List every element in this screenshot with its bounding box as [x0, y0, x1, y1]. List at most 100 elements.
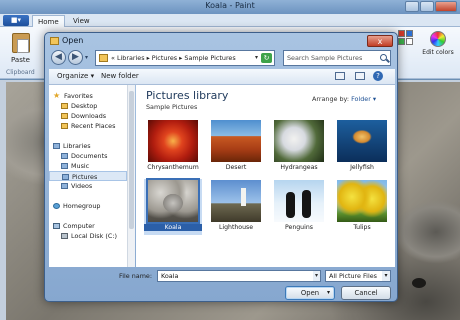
nav-item-local-disk-c[interactable]: Local Disk (C:)	[49, 231, 127, 241]
nav-item-libraries[interactable]: Libraries	[49, 141, 127, 151]
maximize-button[interactable]	[420, 1, 434, 12]
library-subtitle: Sample Pictures	[146, 103, 198, 111]
library-icon	[53, 143, 60, 149]
library-icon	[61, 183, 68, 189]
color-wheel-icon	[430, 31, 446, 47]
file-name-label: Chrysanthemum	[147, 164, 199, 171]
file-name-input[interactable]: Koala	[157, 270, 321, 282]
navigation-pane: ★ Favorites Desktop Downloads Recent Places L…	[49, 85, 135, 267]
tab-view[interactable]: View	[68, 15, 95, 27]
arrange-by: Arrange by: Folder ▾	[312, 95, 376, 103]
search-input[interactable]: Search Sample Pictures	[283, 50, 391, 66]
nav-item-favorites[interactable]: ★ Favorites	[49, 91, 127, 101]
koala-image	[146, 178, 200, 224]
change-view-icon[interactable]	[335, 72, 345, 80]
open-split-arrow-icon[interactable]: ▾	[327, 287, 330, 299]
search-placeholder: Search Sample Pictures	[287, 54, 363, 62]
paste-button-label[interactable]: Paste	[11, 56, 30, 64]
nav-item-label: Music	[71, 162, 90, 170]
dialog-toolbar: Organize ▾ New folder ?	[49, 69, 395, 85]
folder-icon	[61, 113, 68, 119]
address-bar[interactable]: « Libraries ▸ Pictures ▸ Sample Pictures…	[95, 50, 275, 66]
file-thumbnail[interactable]: Jellyfish	[333, 119, 391, 175]
file-thumbnail[interactable]: Desert	[207, 119, 265, 175]
dialog-close-button[interactable]: x	[367, 35, 393, 47]
nav-item-computer[interactable]: Computer	[49, 221, 127, 231]
file-name-label: Hydrangeas	[280, 164, 318, 171]
penguins-image	[274, 180, 324, 222]
back-button[interactable]: ◀	[51, 50, 66, 65]
folder-icon	[50, 37, 59, 45]
folder-icon	[61, 123, 68, 129]
nav-item-music[interactable]: Music	[49, 161, 127, 171]
file-thumbnail[interactable]: Chrysanthemum	[144, 119, 202, 175]
nav-pane-scroll-thumb[interactable]	[129, 91, 134, 229]
library-icon	[61, 153, 68, 159]
recent-locations-button[interactable]: ▾	[85, 54, 93, 62]
file-type-filter-value: All Picture Files	[329, 272, 377, 280]
help-button[interactable]: ?	[373, 71, 383, 81]
paint-titlebar: Koala - Paint	[0, 0, 460, 14]
nav-item-documents[interactable]: Documents	[49, 151, 127, 161]
file-name-dropdown-icon[interactable]: ▾	[313, 271, 320, 281]
homegroup-icon	[53, 203, 60, 209]
nav-item-label: Recent Places	[71, 122, 116, 130]
dialog-footer: File name: Koala ▾ All Picture Files ▾ O…	[49, 269, 395, 301]
minimize-button[interactable]	[405, 1, 419, 12]
address-dropdown-icon[interactable]: ▾	[255, 54, 258, 61]
file-name-label: Jellyfish	[350, 164, 374, 171]
file-thumbnail[interactable]: Koala	[144, 178, 202, 235]
file-thumbnail[interactable]: Hydrangeas	[270, 119, 328, 175]
file-name-label: Koala	[144, 224, 202, 231]
edit-colors-label: Edit colors	[422, 49, 454, 56]
file-list-area: Pictures library Sample Pictures Arrange…	[136, 85, 395, 267]
file-name-label: Desert	[225, 164, 247, 171]
nav-item-label: Videos	[71, 182, 93, 190]
open-button[interactable]: Open ▾	[285, 286, 335, 300]
file-name-label: File name:	[119, 272, 153, 280]
preview-pane-icon[interactable]	[355, 72, 365, 80]
file-name-label: Lighthouse	[218, 224, 254, 231]
clipboard-group: Paste Clipboard	[4, 29, 42, 76]
nav-item-label: Computer	[63, 222, 95, 230]
dialog-title: Open	[62, 36, 84, 45]
new-folder-button[interactable]: New folder	[101, 72, 139, 80]
arrange-by-dropdown[interactable]: Folder ▾	[351, 95, 376, 103]
lighthouse-image	[211, 180, 261, 222]
desert-image	[211, 120, 261, 162]
file-thumbnail[interactable]: Lighthouse	[207, 179, 265, 235]
nav-item-label: Favorites	[64, 92, 93, 100]
tab-home[interactable]: Home	[32, 15, 65, 27]
paint-app-menu-button[interactable]: ■▾	[3, 15, 29, 26]
nav-item-label: Desktop	[71, 102, 98, 110]
paint-close-button[interactable]	[435, 1, 457, 12]
file-thumbnail[interactable]: Tulips	[333, 179, 391, 235]
nav-pane-scrollbar[interactable]	[127, 85, 135, 267]
nav-item-homegroup[interactable]: Homegroup	[49, 201, 127, 211]
refresh-button[interactable]: ↻	[261, 53, 272, 63]
search-icon[interactable]	[380, 54, 387, 61]
clipboard-group-label: Clipboard	[6, 69, 35, 76]
disk-icon	[61, 233, 68, 239]
cancel-button[interactable]: Cancel	[341, 286, 391, 300]
nav-item-desktop[interactable]: Desktop	[49, 101, 127, 111]
paste-icon[interactable]	[12, 33, 30, 53]
file-type-filter[interactable]: All Picture Files ▾	[325, 270, 391, 282]
organize-button[interactable]: Organize ▾	[57, 72, 94, 80]
nav-item-downloads[interactable]: Downloads	[49, 111, 127, 121]
folder-icon	[99, 54, 108, 62]
arrange-by-label: Arrange by:	[312, 95, 350, 103]
nav-item-videos[interactable]: Videos	[49, 181, 127, 191]
nav-item-label: Pictures	[72, 173, 98, 181]
breadcrumb[interactable]: « Libraries ▸ Pictures ▸ Sample Pictures	[111, 54, 236, 62]
file-thumbnail[interactable]: Penguins	[270, 179, 328, 235]
edit-colors-button[interactable]: Edit colors	[420, 29, 456, 75]
nav-item-label: Documents	[71, 152, 108, 160]
color-palette[interactable]	[398, 30, 414, 46]
nav-item-pictures[interactable]: Pictures	[49, 171, 127, 181]
forward-button[interactable]: ▶	[68, 50, 83, 65]
nav-item-recent-places[interactable]: Recent Places	[49, 121, 127, 131]
paint-window-controls	[405, 1, 457, 12]
chrysanthemum-image	[148, 120, 198, 162]
chevron-down-icon[interactable]: ▾	[382, 271, 390, 281]
